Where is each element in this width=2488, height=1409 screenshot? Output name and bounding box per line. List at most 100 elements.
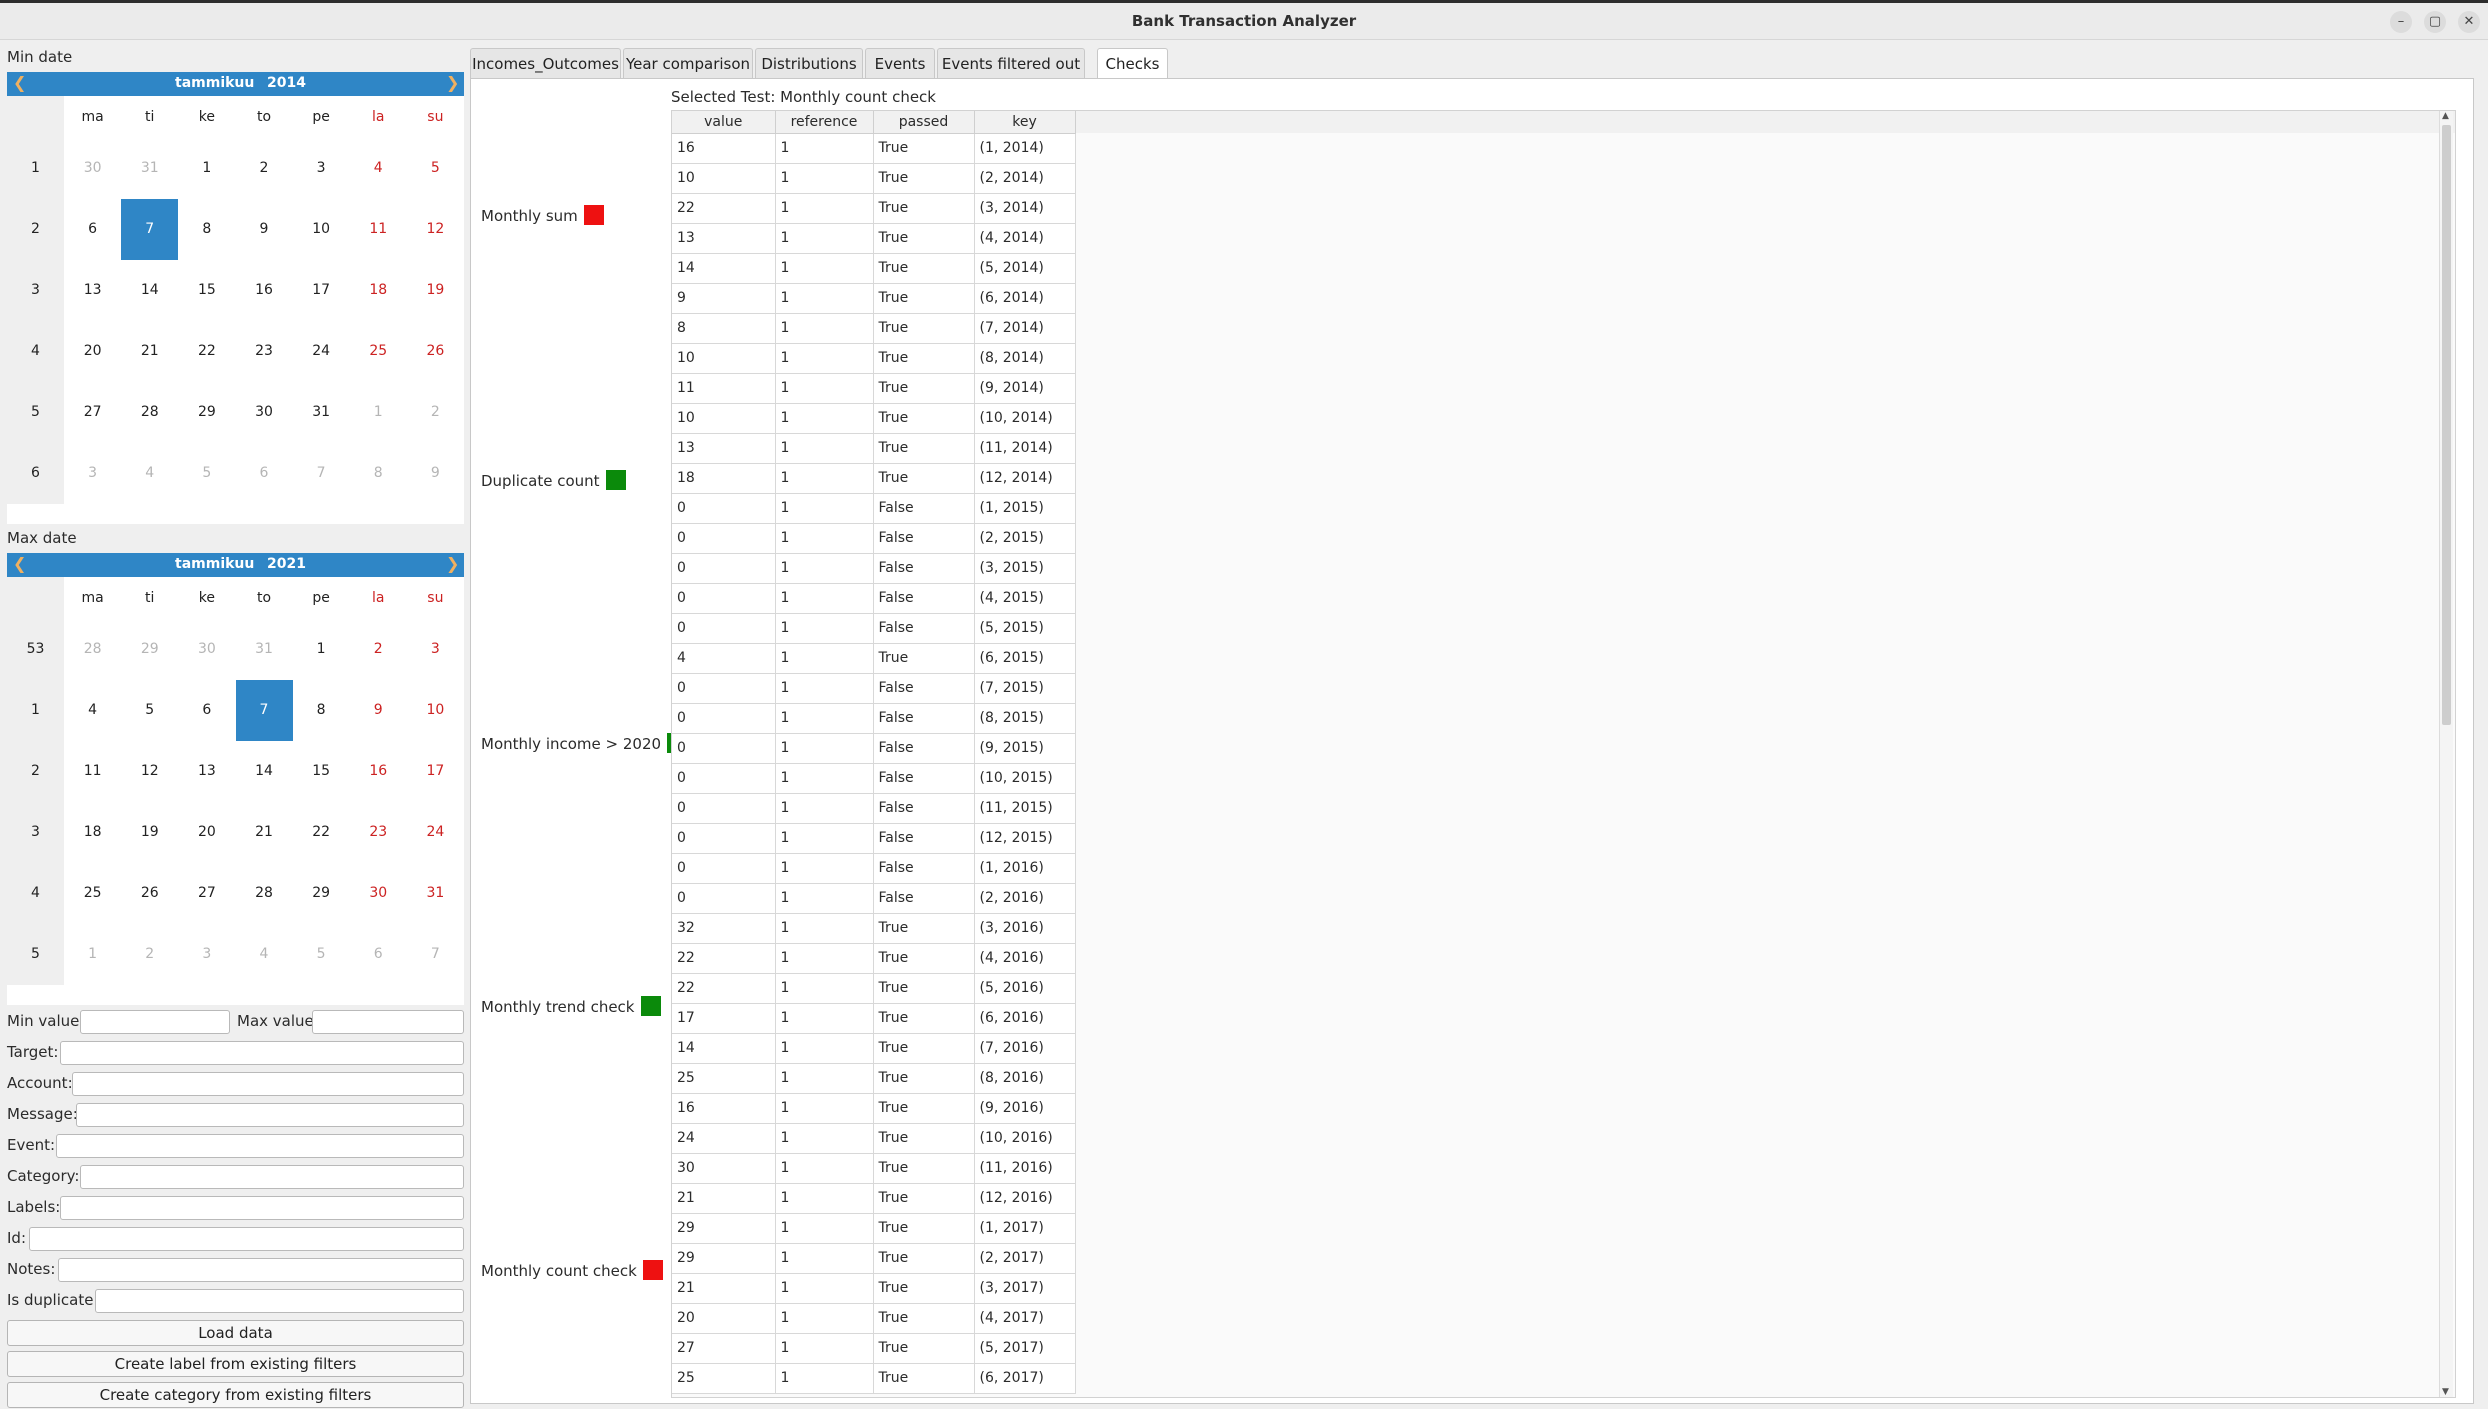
check-monthly-sum[interactable]: Monthly sum: [481, 205, 604, 225]
calendar-day[interactable]: 30: [236, 382, 293, 443]
table-cell-value[interactable]: 24: [672, 1123, 776, 1154]
table-cell-reference[interactable]: 1: [775, 673, 874, 704]
table-cell-value[interactable]: 0: [672, 613, 776, 644]
table-row[interactable]: 22 1 True (3, 2014): [672, 193, 1076, 224]
maximize-button[interactable]: ▢: [2424, 11, 2446, 33]
calendar-day[interactable]: 6: [350, 924, 407, 985]
table-cell-reference[interactable]: 1: [775, 703, 874, 734]
table-cell-value[interactable]: 25: [672, 1063, 776, 1094]
table-cell-passed[interactable]: True: [873, 343, 975, 374]
scroll-down-icon[interactable]: ▼: [2442, 1387, 2449, 1397]
table-cell-key[interactable]: (5, 2014): [974, 253, 1076, 284]
table-cell-reference[interactable]: 1: [775, 1123, 874, 1154]
table-cell-reference[interactable]: 1: [775, 343, 874, 374]
table-cell-key[interactable]: (10, 2016): [974, 1123, 1076, 1154]
tab-year-comparison[interactable]: Year comparison: [623, 48, 753, 79]
table-row[interactable]: 32 1 True (3, 2016): [672, 913, 1076, 944]
table-row[interactable]: 0 1 False (3, 2015): [672, 553, 1076, 584]
table-cell-key[interactable]: (3, 2015): [974, 553, 1076, 584]
table-row[interactable]: 0 1 False (8, 2015): [672, 703, 1076, 734]
table-cell-key[interactable]: (8, 2015): [974, 703, 1076, 734]
table-cell-passed[interactable]: False: [873, 823, 975, 854]
calendar-day[interactable]: 17: [293, 260, 350, 321]
calendar-day[interactable]: 4: [350, 138, 407, 199]
table-row[interactable]: 17 1 True (6, 2016): [672, 1003, 1076, 1034]
calendar-day[interactable]: 10: [293, 199, 350, 260]
table-cell-key[interactable]: (12, 2015): [974, 823, 1076, 854]
table-row[interactable]: 0 1 False (7, 2015): [672, 673, 1076, 704]
calendar-day[interactable]: 13: [178, 741, 235, 802]
table-cell-value[interactable]: 22: [672, 943, 776, 974]
calendar-day[interactable]: 15: [178, 260, 235, 321]
table-row[interactable]: 0 1 False (11, 2015): [672, 793, 1076, 824]
table-row[interactable]: 0 1 False (1, 2015): [672, 493, 1076, 524]
table-cell-passed[interactable]: True: [873, 253, 975, 284]
table-cell-value[interactable]: 16: [672, 1093, 776, 1124]
table-row[interactable]: 10 1 True (8, 2014): [672, 343, 1076, 374]
table-cell-passed[interactable]: True: [873, 913, 975, 944]
calendar-year[interactable]: 2021: [267, 556, 306, 572]
calendar-day[interactable]: 4: [64, 680, 121, 741]
table-cell-key[interactable]: (1, 2016): [974, 853, 1076, 884]
close-button[interactable]: ✕: [2458, 11, 2480, 33]
table-cell-key[interactable]: (2, 2016): [974, 883, 1076, 914]
table-cell-value[interactable]: 11: [672, 373, 776, 404]
table-cell-value[interactable]: 29: [672, 1243, 776, 1274]
calendar-day[interactable]: 31: [121, 138, 178, 199]
calendar-day[interactable]: 20: [178, 802, 235, 863]
minimize-button[interactable]: –: [2390, 11, 2412, 33]
table-cell-key[interactable]: (6, 2017): [974, 1363, 1076, 1394]
table-cell-passed[interactable]: True: [873, 1333, 975, 1364]
table-cell-reference[interactable]: 1: [775, 1003, 874, 1034]
calendar-day[interactable]: 3: [293, 138, 350, 199]
table-cell-value[interactable]: 0: [672, 673, 776, 704]
calendar-day[interactable]: 25: [350, 321, 407, 382]
calendar-day[interactable]: 1: [178, 138, 235, 199]
create-category-button[interactable]: Create category from existing filters: [7, 1382, 464, 1408]
calendar-day[interactable]: 21: [121, 321, 178, 382]
table-cell-reference[interactable]: 1: [775, 883, 874, 914]
table-cell-passed[interactable]: True: [873, 373, 975, 404]
table-cell-reference[interactable]: 1: [775, 403, 874, 434]
calendar-day[interactable]: 26: [407, 321, 464, 382]
table-cell-value[interactable]: 21: [672, 1273, 776, 1304]
table-cell-value[interactable]: 27: [672, 1333, 776, 1364]
table-cell-value[interactable]: 16: [672, 133, 776, 164]
table-cell-reference[interactable]: 1: [775, 1153, 874, 1184]
calendar-day[interactable]: 31: [293, 382, 350, 443]
table-cell-passed[interactable]: False: [873, 733, 975, 764]
table-cell-passed[interactable]: True: [873, 283, 975, 314]
table-row[interactable]: 16 1 True (9, 2016): [672, 1093, 1076, 1124]
table-cell-reference[interactable]: 1: [775, 553, 874, 584]
table-row[interactable]: 22 1 True (5, 2016): [672, 973, 1076, 1004]
table-row[interactable]: 29 1 True (1, 2017): [672, 1213, 1076, 1244]
calendar-day[interactable]: 25: [64, 863, 121, 924]
table-cell-value[interactable]: 30: [672, 1153, 776, 1184]
table-cell-reference[interactable]: 1: [775, 1213, 874, 1244]
table-cell-reference[interactable]: 1: [775, 973, 874, 1004]
table-cell-reference[interactable]: 1: [775, 463, 874, 494]
table-row[interactable]: 24 1 True (10, 2016): [672, 1123, 1076, 1154]
table-cell-reference[interactable]: 1: [775, 853, 874, 884]
check-monthly-income[interactable]: Monthly income > 2020: [481, 733, 688, 753]
table-row[interactable]: 18 1 True (12, 2014): [672, 463, 1076, 494]
table-cell-passed[interactable]: True: [873, 1153, 975, 1184]
table-cell-reference[interactable]: 1: [775, 193, 874, 224]
calendar-day[interactable]: 20: [64, 321, 121, 382]
table-cell-value[interactable]: 0: [672, 583, 776, 614]
calendar-day[interactable]: 7: [407, 924, 464, 985]
table-cell-reference[interactable]: 1: [775, 943, 874, 974]
prev-month-icon[interactable]: ❮: [13, 554, 26, 573]
table-cell-passed[interactable]: True: [873, 1003, 975, 1034]
table-cell-passed[interactable]: False: [873, 763, 975, 794]
calendar-day[interactable]: 19: [121, 802, 178, 863]
column-header-reference[interactable]: reference: [775, 111, 874, 134]
table-row[interactable]: 0 1 False (10, 2015): [672, 763, 1076, 794]
tab-distributions[interactable]: Distributions: [755, 48, 863, 79]
calendar-day[interactable]: 28: [121, 382, 178, 443]
table-cell-reference[interactable]: 1: [775, 253, 874, 284]
table-cell-key[interactable]: (6, 2016): [974, 1003, 1076, 1034]
table-cell-key[interactable]: (3, 2016): [974, 913, 1076, 944]
table-cell-reference[interactable]: 1: [775, 1033, 874, 1064]
calendar-day[interactable]: 1: [350, 382, 407, 443]
